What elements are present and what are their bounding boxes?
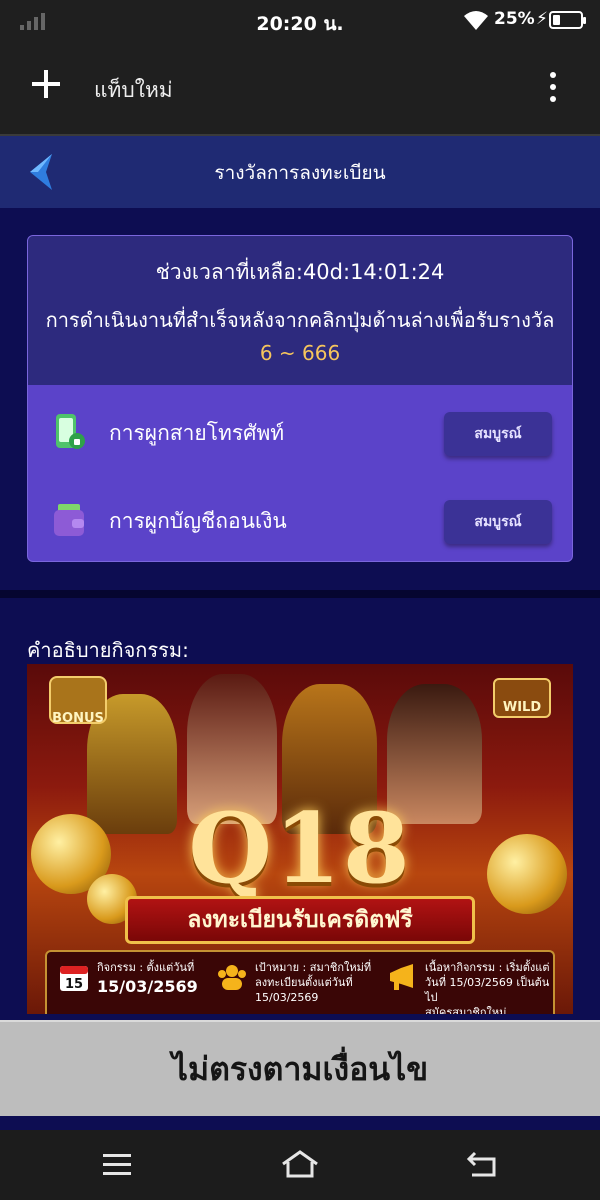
info-content-line1: เนื้อหากิจกรรม : เริ่มตั้งแต่	[425, 961, 550, 974]
recent-apps-icon[interactable]	[102, 1152, 132, 1178]
page-title: รางวัลการลงทะเบียน	[214, 162, 386, 184]
users-icon	[218, 965, 246, 990]
wifi-icon	[464, 11, 488, 30]
claim-reward-button[interactable]: ไม่ตรงตามเงื่อนไข	[0, 1020, 600, 1116]
calendar-day: 15	[65, 977, 83, 992]
info-target-line3: 15/03/2569	[255, 991, 319, 1004]
claim-reward-label: ไม่ตรงตามเงื่อนไข	[171, 1050, 429, 1088]
page-header: รางวัลการลงทะเบียน	[0, 136, 600, 208]
task-label: การผูกบัญชีถอนเงิน	[109, 509, 287, 533]
instruction-body: การดำเนินงานที่สำเร็จหลังจากคลิกปุ่มด้าน…	[45, 308, 555, 332]
battery-percentage: 25%	[494, 9, 535, 29]
tab-title[interactable]: แท็บใหม่	[94, 74, 173, 107]
wallet-icon	[54, 504, 84, 536]
info-content: เนื้อหากิจกรรม : เริ่มตั้งแต่ วันที่ 15/…	[425, 960, 557, 1014]
megaphone-icon	[390, 964, 413, 990]
battery-icon	[549, 11, 586, 29]
registration-task-card: ช่วงเวลาที่เหลือ:40d:14:01:24 การดำเนินง…	[27, 235, 573, 562]
complete-button-withdraw[interactable]: สมบูรณ์	[444, 500, 552, 544]
phone-bind-icon	[56, 414, 85, 449]
activity-description-title: คำอธิบายกิจกรรม:	[27, 638, 189, 662]
wild-badge: WILD	[493, 678, 551, 718]
countdown-timer: ช่วงเวลาที่เหลือ:40d:14:01:24	[155, 260, 445, 284]
task-row-phone: การผูกสายโทรศัพท์ สมบูรณ์	[28, 400, 572, 460]
promo-brand: Q18	[188, 792, 412, 905]
promo-banner-image: BONUS WILD Q18 ลงทะเบียนรับเครดิตฟรี 15 …	[27, 664, 573, 1014]
info-target-line1: เป้าหมาย : สมาชิกใหม่ที่	[255, 961, 372, 974]
calendar-icon: 15	[60, 966, 88, 992]
task-row-withdraw-account: การผูกบัญชีถอนเงิน สมบูรณ์	[28, 488, 572, 548]
promo-info-strip: 15 กิจกรรม : ตั้งแต่วันที่ 15/03/2569 เป…	[45, 950, 555, 1014]
promo-ribbon: ลงทะเบียนรับเครดิตฟรี	[125, 896, 475, 944]
instruction-text: การดำเนินงานที่สำเร็จหลังจากคลิกปุ่มด้าน…	[38, 304, 562, 370]
system-nav-bar	[0, 1130, 600, 1200]
bonus-badge: BONUS	[49, 676, 107, 726]
more-menu-icon[interactable]	[546, 72, 560, 102]
task-label: การผูกสายโทรศัพท์	[109, 421, 285, 445]
reward-range: 6 ~ 666	[259, 341, 341, 365]
info-target-line2: ลงทะเบียนตั้งแต่วันที่	[255, 976, 353, 989]
home-icon[interactable]	[280, 1148, 320, 1180]
back-nav-icon[interactable]	[466, 1150, 498, 1178]
section-divider	[0, 590, 600, 598]
info-content-line3: สมัครสมาชิกใหม่	[425, 1006, 507, 1014]
info-target: เป้าหมาย : สมาชิกใหม่ที่ ลงทะเบียนตั้งแต…	[255, 960, 385, 1012]
info-activity-date: 15/03/2569	[97, 977, 198, 996]
info-activity: กิจกรรม : ตั้งแต่วันที่ 15/03/2569	[97, 960, 212, 1012]
card-summary: ช่วงเวลาที่เหลือ:40d:14:01:24 การดำเนินง…	[28, 236, 572, 385]
info-content-line2: วันที่ 15/03/2569 เป็นต้นไป	[425, 976, 550, 1004]
status-bar: 20:20 น. 25% ⚡	[0, 0, 600, 40]
charging-icon: ⚡	[536, 9, 548, 29]
info-activity-line1: กิจกรรม : ตั้งแต่วันที่	[97, 961, 195, 974]
new-tab-plus-icon[interactable]	[30, 68, 62, 100]
spacer	[0, 1116, 600, 1130]
complete-button-phone[interactable]: สมบูรณ์	[444, 412, 552, 456]
browser-toolbar: แท็บใหม่	[0, 40, 600, 134]
